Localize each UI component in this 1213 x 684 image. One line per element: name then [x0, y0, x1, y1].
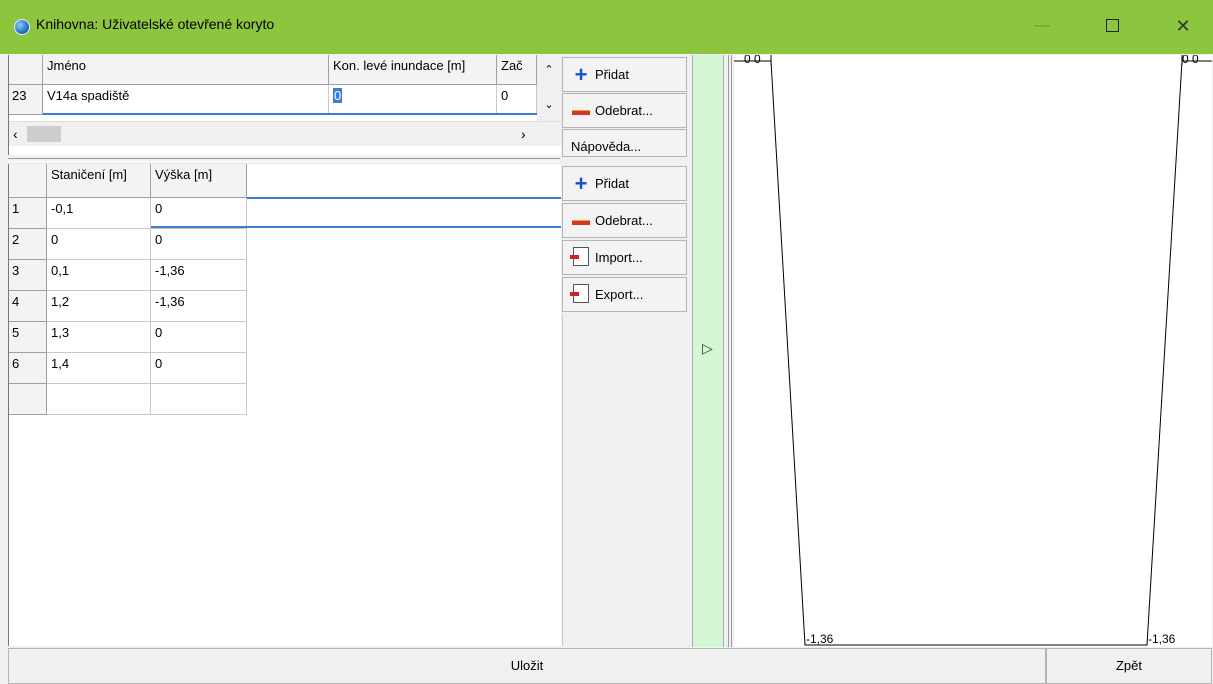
selected-row-underline — [43, 113, 537, 115]
remove-label: Odebrat... — [595, 103, 653, 118]
profile-table: Staničení [m] Výška [m] 1 -0,1 0 2 0 0 3… — [8, 164, 561, 646]
left-inundation-cell[interactable]: 0 — [329, 85, 497, 115]
column-header-height[interactable]: Výška [m] — [151, 164, 247, 198]
title-bar: Knihovna: Uživatelské otevřené koryto — … — [0, 0, 1213, 54]
window-title: Knihovna: Uživatelské otevřené koryto — [36, 16, 275, 32]
plus-icon: + — [574, 61, 588, 87]
row-number-new[interactable] — [9, 384, 47, 415]
scroll-thumb[interactable] — [27, 126, 61, 142]
channel-profile-line — [734, 60, 1212, 646]
library-table: Jméno Kon. levé inundace [m] Zač 23 V14a… — [8, 55, 561, 155]
bottom-right-label: -1,36 — [1148, 632, 1176, 646]
height-cell[interactable]: 0 — [151, 353, 247, 384]
help-label: Nápověda... — [571, 139, 642, 154]
import-icon — [570, 246, 591, 269]
station-cell[interactable]: -0,1 — [47, 198, 151, 229]
minus-icon — [571, 213, 591, 228]
height-cell[interactable]: -1,36 — [151, 291, 247, 322]
save-label: Uložit — [510, 658, 544, 673]
row-number[interactable]: 4 — [9, 291, 47, 322]
graph-frame-edge — [728, 55, 732, 647]
station-cell[interactable]: 0,1 — [47, 260, 151, 291]
vertical-scrollbar[interactable]: ⌃ ⌄ — [537, 55, 561, 121]
cross-section-svg: 0 0 0 0 -1,36 -1,36 — [734, 52, 1212, 646]
zac-cell[interactable]: 0 — [497, 85, 537, 115]
scroll-right-icon[interactable]: › — [521, 126, 526, 142]
back-label: Zpět — [1115, 658, 1142, 673]
add-point-label: Přidat — [595, 176, 629, 191]
bottom-left-label: -1,36 — [806, 632, 834, 646]
app-drop-icon — [14, 19, 30, 35]
left-inundation-value: 0 — [333, 88, 343, 103]
add-library-button[interactable]: + Přidat — [562, 57, 687, 92]
add-label: Přidat — [595, 67, 629, 82]
export-icon — [570, 283, 591, 306]
back-button[interactable]: Zpět — [1046, 648, 1212, 684]
maximize-icon — [1105, 19, 1119, 33]
header-edge-line — [247, 197, 561, 199]
save-button[interactable]: Uložit — [8, 648, 1046, 684]
import-label: Import... — [595, 250, 643, 265]
scroll-up-icon[interactable]: ⌃ — [537, 63, 561, 76]
remove-library-button[interactable]: Odebrat... — [562, 93, 687, 128]
height-cell[interactable]: -1,36 — [151, 260, 247, 291]
section-divider — [8, 158, 560, 162]
add-point-button[interactable]: + Přidat — [562, 166, 687, 201]
height-cell[interactable]: 0 — [151, 322, 247, 353]
column-header-left-inundation[interactable]: Kon. levé inundace [m] — [329, 55, 497, 85]
row-number[interactable]: 3 — [9, 260, 47, 291]
top-right-label: 0 0 — [1182, 55, 1199, 66]
corner-header — [9, 164, 47, 198]
horizontal-scrollbar[interactable]: ‹ › — [9, 121, 561, 146]
height-cell[interactable]: 0 — [151, 198, 247, 229]
row-number[interactable]: 1 — [9, 198, 47, 229]
scroll-down-icon[interactable]: ⌄ — [537, 98, 561, 111]
cross-section-graph: 0 0 0 0 -1,36 -1,36 — [734, 52, 1212, 647]
station-cell[interactable]: 1,3 — [47, 322, 151, 353]
minus-icon — [571, 103, 591, 118]
row-number[interactable]: 23 — [9, 85, 43, 115]
import-button[interactable]: Import... — [562, 240, 687, 275]
close-button[interactable]: ✕ — [1163, 8, 1203, 44]
help-button[interactable]: Nápověda... — [562, 129, 687, 157]
selected-row-underline — [151, 226, 561, 228]
top-left-label: 0 0 — [744, 55, 761, 66]
column-header-station[interactable]: Staničení [m] — [47, 164, 151, 198]
maximize-button[interactable] — [1092, 8, 1132, 44]
station-cell[interactable]: 1,4 — [47, 353, 151, 384]
row-number[interactable]: 5 — [9, 322, 47, 353]
row-number[interactable]: 6 — [9, 353, 47, 384]
station-cell[interactable]: 1,2 — [47, 291, 151, 322]
scroll-left-icon[interactable]: ‹ — [13, 126, 18, 142]
station-cell[interactable]: 0 — [47, 229, 151, 260]
button-panel-background — [562, 314, 687, 646]
column-header-zac[interactable]: Zač — [497, 55, 537, 85]
minimize-button[interactable]: — — [1022, 8, 1062, 44]
height-cell[interactable]: 0 — [151, 229, 247, 260]
library-name-cell[interactable]: V14a spadiště — [43, 85, 329, 115]
remove-point-button[interactable]: Odebrat... — [562, 203, 687, 238]
export-label: Export... — [595, 287, 644, 302]
corner-header — [9, 55, 43, 85]
column-header-name[interactable]: Jméno — [43, 55, 329, 85]
panel-splitter[interactable]: ▷ — [692, 55, 724, 647]
remove-point-label: Odebrat... — [595, 213, 653, 228]
height-cell-new[interactable] — [151, 384, 247, 415]
export-button[interactable]: Export... — [562, 277, 687, 312]
plus-icon: + — [574, 170, 588, 196]
station-cell-new[interactable] — [47, 384, 151, 415]
expand-arrow-icon[interactable]: ▷ — [702, 340, 713, 357]
row-number[interactable]: 2 — [9, 229, 47, 260]
